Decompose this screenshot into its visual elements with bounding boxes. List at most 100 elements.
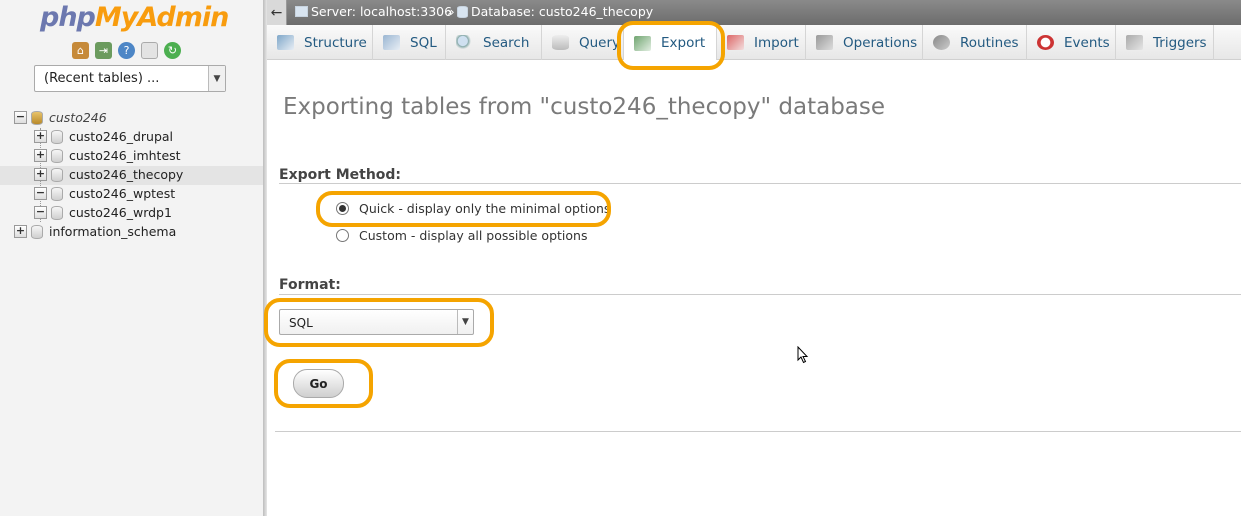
format-heading: Format: bbox=[279, 277, 341, 293]
tree-item-label: custo246_wrdp1 bbox=[69, 205, 172, 220]
export-icon bbox=[634, 35, 651, 51]
breadcrumb-server-label: Server: localhost:3306 bbox=[311, 4, 453, 19]
tab-query[interactable]: Query bbox=[542, 25, 624, 60]
tab-sql[interactable]: SQL bbox=[373, 25, 446, 60]
tab-label: Events bbox=[1064, 34, 1110, 51]
quick-radio[interactable] bbox=[336, 202, 349, 215]
format-select-value: SQL bbox=[289, 316, 313, 330]
divider bbox=[279, 294, 1241, 295]
tab-label: Query bbox=[579, 34, 621, 51]
recent-tables-value: (Recent tables) ... bbox=[44, 71, 160, 86]
database-icon bbox=[51, 129, 63, 144]
expand-icon[interactable]: + bbox=[14, 225, 27, 238]
quick-option-label: Quick - display only the minimal options bbox=[359, 201, 611, 216]
custom-radio[interactable] bbox=[336, 229, 349, 242]
expand-icon[interactable]: + bbox=[34, 130, 47, 143]
clock-icon bbox=[1037, 35, 1054, 50]
recent-tables-select[interactable]: (Recent tables) ... ▼ bbox=[34, 65, 226, 92]
tree-item-information-schema[interactable]: + information_schema bbox=[14, 222, 176, 241]
quick-export-option[interactable]: Quick - display only the minimal options bbox=[336, 201, 610, 216]
tree-item-custo246-imhtest[interactable]: + custo246_imhtest bbox=[34, 146, 181, 165]
database-icon bbox=[51, 167, 63, 182]
expand-icon[interactable]: + bbox=[34, 168, 47, 181]
custom-export-option[interactable]: Custom - display all possible options bbox=[336, 228, 587, 243]
database-icon bbox=[457, 5, 468, 18]
database-icon bbox=[51, 186, 63, 201]
chevron-down-icon: ▼ bbox=[208, 66, 225, 91]
tree-item-custo246-wrdp1[interactable]: − custo246_wrdp1 bbox=[34, 203, 172, 222]
database-icon bbox=[51, 148, 63, 163]
breadcrumb-separator: » bbox=[447, 4, 455, 19]
tree-item-custo246-wptest[interactable]: − custo246_wptest bbox=[34, 184, 175, 203]
tree-item-label: custo246_wptest bbox=[69, 186, 176, 201]
custom-option-label: Custom - display all possible options bbox=[359, 228, 588, 243]
home-icon[interactable]: ⌂ bbox=[72, 42, 89, 59]
back-arrow-icon: ← bbox=[270, 4, 283, 21]
query-icon bbox=[552, 35, 569, 50]
help-icon[interactable]: ? bbox=[118, 42, 135, 59]
tree-item-label: custo246_thecopy bbox=[69, 167, 184, 182]
export-method-heading: Export Method: bbox=[279, 167, 402, 183]
tab-label: Routines bbox=[960, 34, 1019, 51]
tab-structure[interactable]: Structure bbox=[267, 25, 373, 60]
tab-search[interactable]: Search bbox=[446, 25, 542, 60]
tab-routines[interactable]: Routines bbox=[923, 25, 1027, 60]
expand-icon[interactable]: + bbox=[34, 149, 47, 162]
logo-myadmin-text: MyAdmin bbox=[94, 2, 229, 33]
tab-label: SQL bbox=[410, 34, 437, 51]
tab-label: Search bbox=[483, 34, 530, 51]
tree-item-label: custo246_imhtest bbox=[69, 148, 181, 163]
logout-icon[interactable]: ⇥ bbox=[95, 42, 112, 59]
format-select[interactable]: SQL ▼ bbox=[279, 309, 474, 335]
database-icon bbox=[51, 205, 63, 220]
collapse-icon[interactable]: − bbox=[34, 206, 47, 219]
breadcrumb-database-label: Database: custo246_thecopy bbox=[471, 4, 654, 19]
tab-label: Export bbox=[661, 35, 706, 51]
breadcrumb: ← Server: localhost:3306 » Database: cus… bbox=[267, 0, 1241, 25]
tree-item-label: information_schema bbox=[49, 224, 177, 239]
page-title: Exporting tables from "custo246_thecopy"… bbox=[283, 94, 886, 120]
tab-label: Structure bbox=[304, 34, 367, 51]
tree-item-label: custo246 bbox=[49, 110, 107, 125]
breadcrumb-server[interactable]: Server: localhost:3306 bbox=[295, 4, 452, 19]
database-group-icon bbox=[31, 110, 43, 125]
database-icon bbox=[31, 224, 43, 239]
search-icon bbox=[456, 35, 473, 50]
tree-item-custo246[interactable]: − custo246 bbox=[14, 108, 107, 127]
server-icon bbox=[295, 6, 308, 17]
reload-icon[interactable]: ↻ bbox=[164, 42, 181, 59]
divider bbox=[279, 183, 1241, 184]
tab-label: Import bbox=[754, 34, 799, 51]
mouse-cursor-icon bbox=[797, 346, 809, 364]
tab-events[interactable]: Events bbox=[1027, 25, 1116, 60]
tab-import[interactable]: Import bbox=[717, 25, 806, 60]
navigation-sidebar: phpMyAdmin ⌂ ⇥ ? ↻ (Recent tables) ... ▼… bbox=[0, 0, 263, 516]
tab-label: Triggers bbox=[1153, 34, 1207, 51]
tab-operations[interactable]: Operations bbox=[806, 25, 923, 60]
wrench-icon bbox=[816, 35, 833, 50]
collapse-icon[interactable]: − bbox=[34, 187, 47, 200]
go-button[interactable]: Go bbox=[293, 369, 344, 398]
tab-export[interactable]: Export bbox=[624, 25, 717, 61]
tab-triggers[interactable]: Triggers bbox=[1116, 25, 1214, 60]
structure-icon bbox=[277, 35, 294, 50]
docs-icon[interactable] bbox=[141, 42, 158, 59]
collapse-sidebar-button[interactable]: ← bbox=[267, 0, 287, 25]
chevron-down-icon: ▼ bbox=[457, 310, 473, 334]
tree-item-label: custo246_drupal bbox=[69, 129, 174, 144]
collapse-icon[interactable]: − bbox=[14, 111, 27, 124]
tree-item-custo246-drupal[interactable]: + custo246_drupal bbox=[34, 127, 173, 146]
sql-icon bbox=[383, 35, 400, 50]
tree-item-custo246-thecopy[interactable]: + custo246_thecopy bbox=[34, 165, 183, 184]
breadcrumb-database[interactable]: Database: custo246_thecopy bbox=[457, 4, 653, 19]
triggers-icon bbox=[1126, 35, 1143, 50]
divider bbox=[275, 431, 1241, 432]
logo-php-text: php bbox=[40, 2, 96, 33]
routines-icon bbox=[933, 35, 950, 50]
tab-label: Operations bbox=[843, 34, 918, 51]
main-content: Exporting tables from "custo246_thecopy"… bbox=[267, 60, 1241, 516]
tab-bar: Structure SQL Search Query Export Import… bbox=[267, 25, 1241, 61]
import-icon bbox=[727, 35, 744, 50]
quick-icons: ⌂ ⇥ ? ↻ bbox=[72, 42, 181, 59]
phpmyadmin-logo[interactable]: phpMyAdmin bbox=[40, 2, 229, 33]
